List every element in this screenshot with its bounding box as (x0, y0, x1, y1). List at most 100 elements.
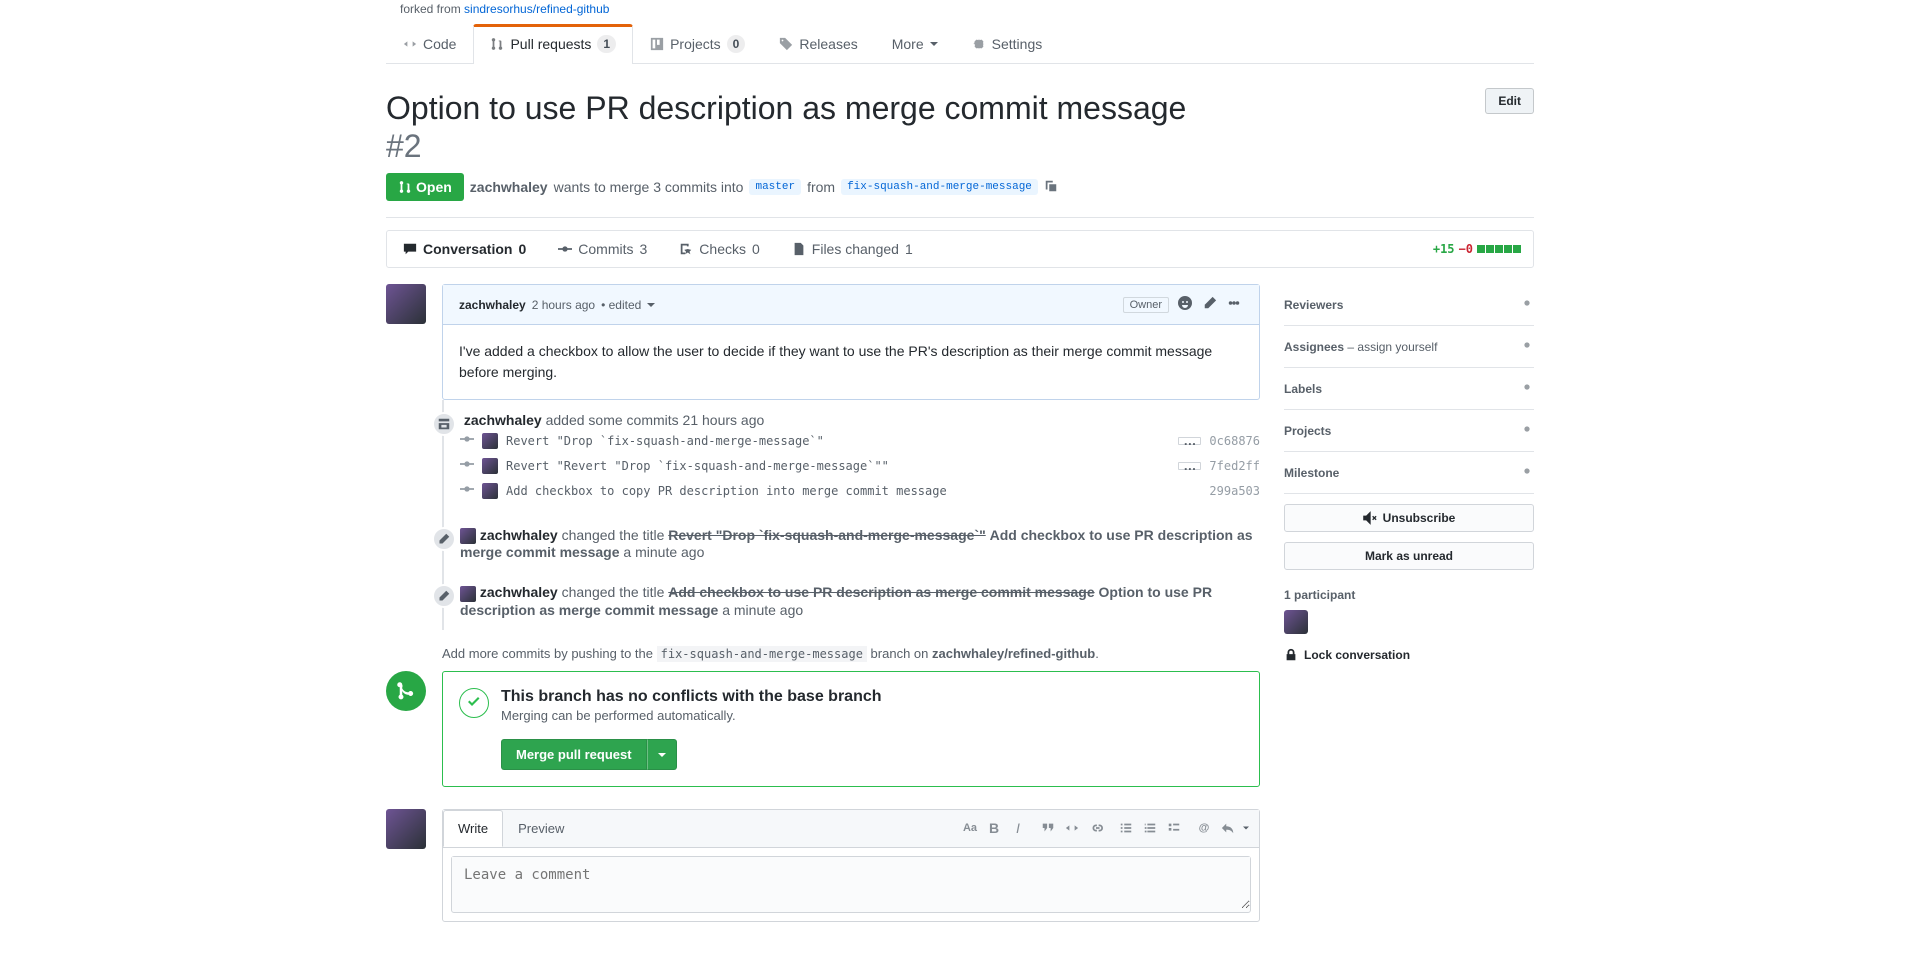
edit-comment-icon[interactable] (1201, 294, 1219, 315)
file-diff-icon (792, 242, 806, 256)
comment-icon (403, 242, 417, 256)
assign-yourself-link[interactable]: assign yourself (1357, 340, 1437, 354)
pencil-icon (432, 527, 456, 551)
git-commit-icon (460, 457, 474, 474)
title-change-event: zachwhaley changed the title Revert "Dro… (460, 527, 1260, 560)
nav-settings[interactable]: Settings (955, 24, 1060, 63)
milestone-header[interactable]: Milestone (1284, 464, 1534, 481)
write-tab[interactable]: Write (443, 810, 503, 847)
assignees-header[interactable]: Assignees – assign yourself (1284, 338, 1534, 355)
merge-pull-request-button[interactable]: Merge pull request (501, 739, 647, 770)
merge-options-dropdown[interactable] (647, 739, 677, 770)
commit-row: Revert "Drop `fix-squash-and-merge-messa… (460, 428, 1260, 453)
head-branch[interactable]: fix-squash-and-merge-message (841, 179, 1038, 195)
git-pull-request-icon (490, 37, 504, 51)
tag-icon (779, 37, 793, 51)
comment-time: 2 hours ago (532, 298, 595, 312)
ellipsis-button[interactable]: … (1178, 462, 1201, 470)
issue-comment: zachwhaley 2 hours ago • edited Owner (442, 284, 1260, 400)
commit-message[interactable]: Revert "Drop `fix-squash-and-merge-messa… (506, 434, 1170, 448)
nav-projects[interactable]: Projects 0 (633, 24, 762, 63)
chevron-down-icon[interactable] (647, 301, 655, 309)
unsubscribe-button[interactable]: Unsubscribe (1284, 504, 1534, 532)
heading-icon[interactable]: Aa (961, 819, 979, 837)
avatar[interactable] (386, 809, 426, 849)
comment-textarea[interactable] (452, 857, 1250, 909)
commit-row: Revert "Revert "Drop `fix-squash-and-mer… (460, 453, 1260, 478)
commits-added-event: zachwhaley added some commits 21 hours a… (460, 412, 1260, 428)
avatar[interactable] (482, 433, 498, 449)
lock-conversation[interactable]: Lock conversation (1284, 648, 1534, 662)
quote-icon[interactable] (1039, 819, 1057, 837)
chevron-down-icon (930, 40, 938, 48)
bullet-list-icon[interactable] (1117, 819, 1135, 837)
repo-nav: Code Pull requests 1 Projects 0 Releases… (386, 24, 1534, 64)
gear-icon[interactable] (1520, 296, 1534, 313)
markdown-toolbar: Aa B I (961, 819, 1259, 837)
git-commit-icon (460, 432, 474, 449)
avatar[interactable] (482, 458, 498, 474)
reviewers-header[interactable]: Reviewers (1284, 296, 1534, 313)
forked-from-line: forked from sindresorhus/refined-github (386, 0, 1534, 24)
gear-icon[interactable] (1520, 464, 1534, 481)
gear-icon[interactable] (1520, 380, 1534, 397)
nav-code[interactable]: Code (386, 24, 473, 63)
state-badge: Open (386, 173, 464, 201)
tab-commits[interactable]: Commits 3 (542, 231, 663, 267)
gear-icon[interactable] (1520, 422, 1534, 439)
labels-header[interactable]: Labels (1284, 380, 1534, 397)
diffstat: +15 −0 (1433, 242, 1533, 256)
git-commit-icon (558, 242, 572, 256)
pr-meta: Open zachwhaley wants to merge 3 commits… (386, 173, 1534, 218)
add-reaction-icon[interactable] (1175, 293, 1195, 316)
ellipsis-button[interactable]: … (1178, 437, 1201, 445)
mute-icon (1363, 511, 1377, 525)
tab-files-changed[interactable]: Files changed 1 (776, 231, 929, 267)
avatar[interactable] (482, 483, 498, 499)
new-comment-form: Write Preview Aa B I (442, 809, 1260, 922)
gear-icon[interactable] (1520, 338, 1534, 355)
bold-icon[interactable]: B (985, 819, 1003, 837)
commit-sha[interactable]: 0c68876 (1209, 434, 1260, 448)
commit-message[interactable]: Revert "Revert "Drop `fix-squash-and-mer… (506, 459, 1170, 473)
tab-checks[interactable]: Checks 0 (663, 231, 775, 267)
mention-icon[interactable]: @ (1195, 819, 1213, 837)
numbered-list-icon[interactable] (1141, 819, 1159, 837)
comment-edited[interactable]: • edited (601, 298, 641, 312)
copy-branch-icon[interactable] (1044, 179, 1058, 196)
commit-sha[interactable]: 7fed2ff (1209, 459, 1260, 473)
forked-from-link[interactable]: sindresorhus/refined-github (464, 2, 609, 16)
repo-push-icon (432, 412, 456, 436)
base-branch[interactable]: master (749, 179, 801, 195)
pr-tabs: Conversation 0 Commits 3 Checks 0 Files … (386, 230, 1534, 268)
tab-conversation[interactable]: Conversation 0 (387, 231, 542, 267)
commit-row: Add checkbox to copy PR description into… (460, 478, 1260, 503)
projects-header[interactable]: Projects (1284, 422, 1534, 439)
reply-icon[interactable] (1219, 819, 1237, 837)
link-icon[interactable] (1087, 819, 1105, 837)
nav-releases[interactable]: Releases (762, 24, 874, 63)
preview-tab[interactable]: Preview (503, 810, 579, 847)
avatar[interactable] (386, 284, 426, 324)
check-icon (459, 688, 489, 718)
mark-unread-button[interactable]: Mark as unread (1284, 542, 1534, 570)
task-list-icon[interactable] (1165, 819, 1183, 837)
merge-heading: This branch has no conflicts with the ba… (501, 688, 882, 706)
title-change-event: zachwhaley changed the title Add checkbo… (460, 584, 1260, 617)
commit-sha[interactable]: 299a503 (1209, 484, 1260, 498)
projects-count-badge: 0 (727, 35, 746, 53)
owner-badge: Owner (1123, 297, 1169, 313)
participant-avatar[interactable] (1284, 610, 1308, 634)
comment-author[interactable]: zachwhaley (459, 298, 526, 312)
italic-icon[interactable]: I (1009, 819, 1027, 837)
code-icon[interactable] (1063, 819, 1081, 837)
git-commit-icon (460, 482, 474, 499)
chevron-down-icon[interactable] (1243, 825, 1249, 831)
nav-pull-requests[interactable]: Pull requests 1 (473, 24, 633, 64)
nav-more[interactable]: More (875, 24, 955, 63)
commit-message[interactable]: Add checkbox to copy PR description into… (506, 484, 1201, 498)
pr-author-link[interactable]: zachwhaley (470, 179, 548, 195)
push-hint: Add more commits by pushing to the fix-s… (442, 646, 1260, 661)
kebab-icon[interactable] (1225, 294, 1243, 315)
edit-button[interactable]: Edit (1485, 88, 1534, 114)
